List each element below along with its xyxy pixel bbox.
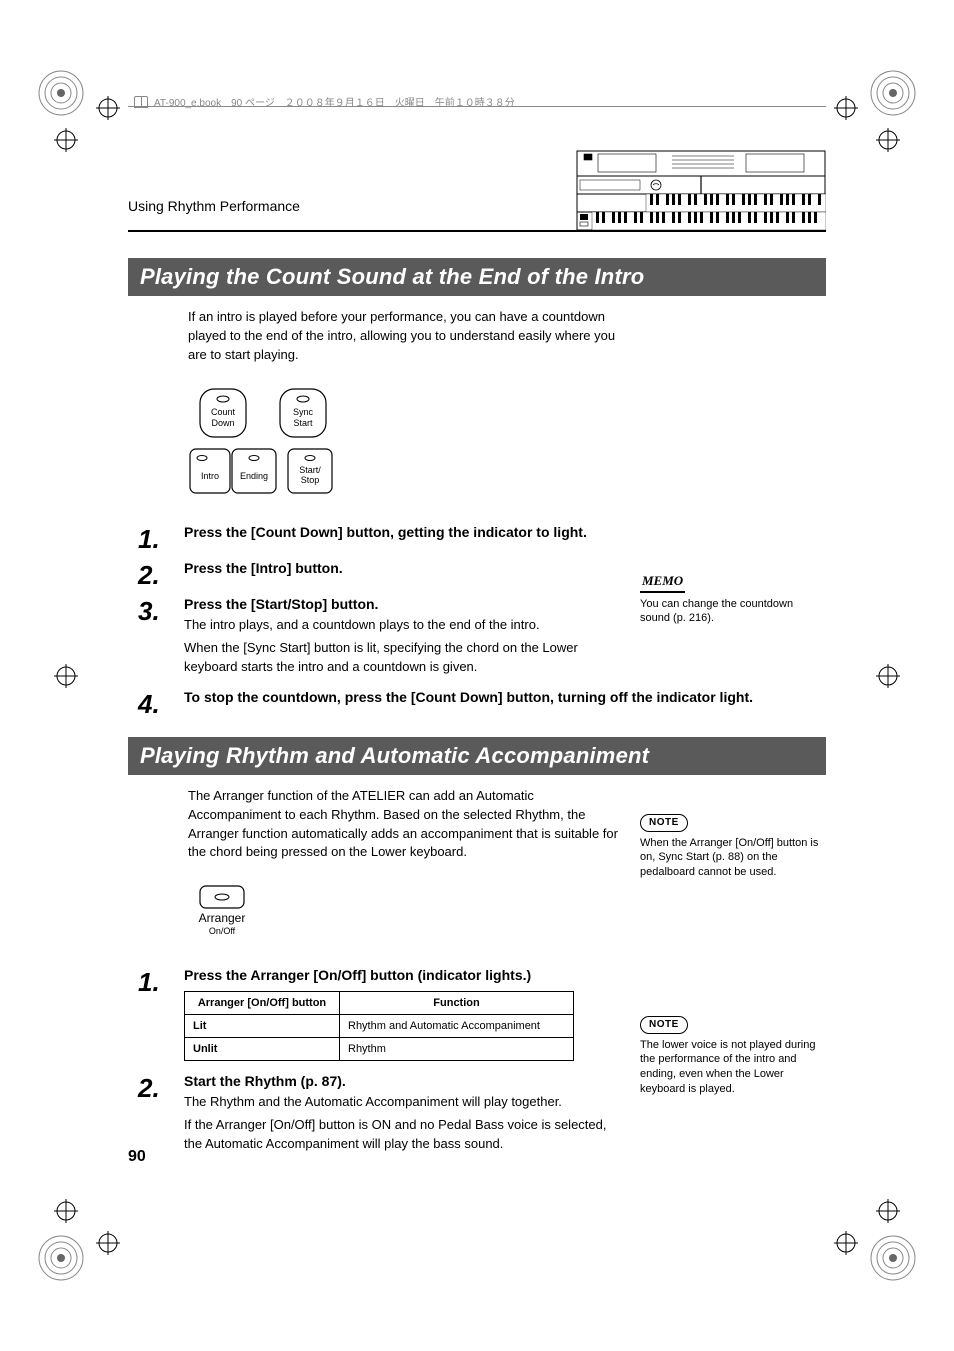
- note-badge: NOTE: [640, 814, 688, 832]
- page-number: 90: [128, 1148, 146, 1166]
- step-number: 3: [138, 596, 184, 681]
- table-cell: Rhythm: [340, 1038, 574, 1061]
- section1-intro: If an intro is played before your perfor…: [188, 308, 618, 365]
- step-number: 1: [138, 967, 184, 1065]
- crop-mark-side-l1: [54, 128, 78, 152]
- step-title: Press the [Count Down] button, getting t…: [184, 524, 826, 540]
- step-title: Press the Arranger [On/Off] button (indi…: [184, 967, 826, 983]
- note-box-1: NOTE When the Arranger [On/Off] button i…: [640, 814, 820, 880]
- button-diagram: Count Down Sync Start Intro Ending Start…: [188, 387, 368, 497]
- registration-ring-tr: [870, 70, 916, 116]
- svg-text:Start/: Start/: [299, 465, 321, 475]
- crop-mark-side-r2: [876, 664, 900, 688]
- table-header: Function: [340, 992, 574, 1015]
- crop-mark-side-l2: [54, 664, 78, 688]
- table-cell: Rhythm and Automatic Accompaniment: [340, 1015, 574, 1038]
- table-cell: Lit: [185, 1015, 340, 1038]
- crop-mark-inner-tl: [96, 96, 120, 120]
- table-cell: Unlit: [185, 1038, 340, 1061]
- registration-ring-tl: [38, 70, 84, 116]
- arranger-sublabel: On/Off: [209, 926, 236, 936]
- registration-ring-br: [870, 1235, 916, 1281]
- crop-mark-inner-tr: [834, 96, 858, 120]
- step-number: 2: [138, 560, 184, 588]
- product-illustration: [576, 150, 826, 230]
- arranger-button-diagram: Arranger On/Off: [188, 884, 258, 939]
- step-text: When the [Sync Start] button is lit, spe…: [184, 639, 614, 677]
- page: AT-900_e.book 90 ページ ２００８年９月１６日 火曜日 午前１０…: [0, 0, 954, 1351]
- step-number: 1: [138, 524, 184, 552]
- section2-intro: The Arranger function of the ATELIER can…: [188, 787, 618, 862]
- arranger-label: Arranger: [199, 911, 246, 925]
- section2-title: Playing Rhythm and Automatic Accompanime…: [128, 737, 826, 775]
- crop-mark-side-r1: [876, 128, 900, 152]
- table-header: Arranger [On/Off] button: [185, 992, 340, 1015]
- step1-1: 1 Press the [Count Down] button, getting…: [138, 524, 826, 552]
- step-text: If the Arranger [On/Off] button is ON an…: [184, 1116, 614, 1154]
- btn-count-down-l1: Count: [211, 407, 236, 417]
- table-row: Unlit Rhythm: [185, 1038, 574, 1061]
- step1-4: 4 To stop the countdown, press the [Coun…: [138, 689, 826, 717]
- crop-mark-side-r3: [876, 1199, 900, 1223]
- registration-ring-bl: [38, 1235, 84, 1281]
- note-text: The lower voice is not played during the…: [640, 1038, 820, 1097]
- step-text: The intro plays, and a countdown plays t…: [184, 616, 614, 635]
- step-number: 4: [138, 689, 184, 717]
- step-title: To stop the countdown, press the [Count …: [184, 689, 826, 705]
- note-box-2: NOTE The lower voice is not played durin…: [640, 1016, 820, 1097]
- arranger-function-table: Arranger [On/Off] button Function Lit Rh…: [184, 991, 574, 1061]
- crop-mark-inner-br: [834, 1231, 858, 1255]
- table-row: Lit Rhythm and Automatic Accompaniment: [185, 1015, 574, 1038]
- svg-text:Down: Down: [211, 418, 234, 428]
- memo-badge: MEMO: [640, 572, 685, 593]
- memo-box: MEMO You can change the countdown sound …: [640, 572, 820, 626]
- memo-text: You can change the countdown sound (p. 2…: [640, 597, 820, 627]
- crop-mark-inner-bl: [96, 1231, 120, 1255]
- svg-text:Start: Start: [293, 418, 313, 428]
- step-number: 2: [138, 1073, 184, 1158]
- section1-title: Playing the Count Sound at the End of th…: [128, 258, 826, 296]
- note-badge: NOTE: [640, 1016, 688, 1034]
- note-text: When the Arranger [On/Off] button is on,…: [640, 836, 820, 881]
- step-text: The Rhythm and the Automatic Accompanime…: [184, 1093, 614, 1112]
- svg-text:Sync: Sync: [293, 407, 314, 417]
- svg-text:Ending: Ending: [240, 471, 268, 481]
- section-label: Using Rhythm Performance: [128, 198, 300, 214]
- crop-mark-side-l3: [54, 1199, 78, 1223]
- svg-text:Stop: Stop: [301, 475, 320, 485]
- section-rule: [128, 230, 826, 232]
- header-divider: [128, 106, 826, 107]
- svg-text:Intro: Intro: [201, 471, 219, 481]
